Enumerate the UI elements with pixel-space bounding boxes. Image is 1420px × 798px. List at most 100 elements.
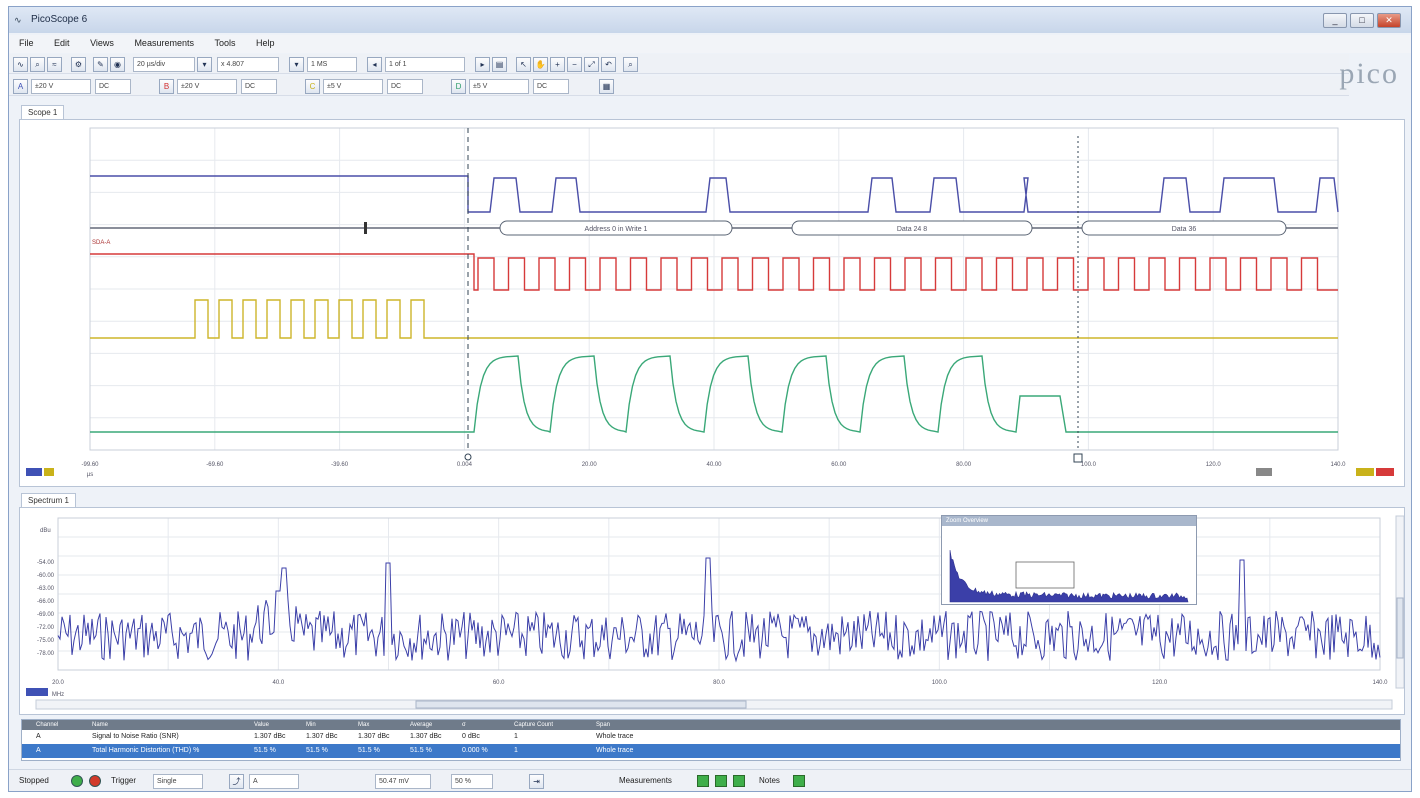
measurements-label: Measurements [619, 776, 672, 785]
spectrum-view[interactable]: -54.00 -60.00 -63.00 -66.00 -69.00 -72.00 -75.… [19, 507, 1405, 715]
samples-input[interactable]: x 4.807 [217, 57, 279, 72]
zoom-out-icon[interactable]: − [567, 57, 582, 72]
cell-average: 51.5 % [410, 747, 432, 754]
math-channel-icon[interactable]: ▦ [599, 79, 614, 94]
close-button[interactable]: ✕ [1377, 13, 1401, 28]
channel-settings-icon[interactable]: ⚙ [71, 57, 86, 72]
x-tick-label: 100.0 [932, 680, 948, 686]
trigger-threshold[interactable]: 50.47 mV [375, 774, 431, 789]
edit-measurement-button[interactable] [715, 775, 727, 787]
channel-b-coupling[interactable]: DC [241, 79, 277, 94]
channel-b-right-badge [1376, 468, 1394, 476]
delete-measurement-button[interactable] [733, 775, 745, 787]
menu-file[interactable]: File [9, 35, 42, 48]
col-min: Min [306, 722, 316, 728]
stop-button[interactable] [89, 775, 101, 787]
title-bar[interactable]: ∿ PicoScope 6 _ □ ✕ [9, 7, 1411, 33]
col-average: Average [410, 722, 433, 728]
channel-d-coupling[interactable]: DC [533, 79, 569, 94]
channel-d-range[interactable]: ±5 V [469, 79, 529, 94]
zoom-overview-plot[interactable] [942, 526, 1196, 604]
col-span: Span [596, 722, 611, 728]
probe-icon[interactable]: ✎ [93, 57, 108, 72]
col-max: Max [358, 722, 370, 728]
start-button[interactable] [71, 775, 83, 787]
capture-index[interactable]: 1 of 1 [385, 57, 465, 72]
y-tick-label: -63.00 [37, 586, 55, 592]
tab-scope[interactable]: Scope 1 [21, 105, 65, 119]
maximize-button[interactable]: □ [1350, 13, 1374, 28]
notes-button[interactable] [793, 775, 805, 787]
x-tick-label: 40.0 [272, 680, 284, 686]
y-tick-label: -75.00 [37, 638, 55, 644]
cell-span: Whole trace [596, 733, 634, 740]
trigger-delay-icon[interactable]: ⇥ [529, 774, 544, 789]
menu-tools[interactable]: Tools [204, 35, 243, 48]
zoom-view-icon[interactable]: ⌕ [30, 57, 45, 72]
channel-a-badge [26, 468, 42, 476]
minimize-button[interactable]: _ [1323, 13, 1347, 28]
x-tick-label: -69.60 [206, 462, 224, 468]
zoom-input[interactable]: 1 MS [307, 57, 357, 72]
scope-plot[interactable]: Address 0 in Write 1 Data 24 8 Data 36 SDA-… [20, 120, 1404, 486]
overview-zoom-box [1015, 561, 1075, 589]
zoom-fit-icon[interactable]: ⤢ [584, 57, 599, 72]
cell-channel: A [36, 733, 41, 740]
pointer-icon[interactable]: ↖ [516, 57, 531, 72]
x-tick-label: -39.60 [331, 462, 349, 468]
zoom-overview[interactable]: Zoom Overview [941, 515, 1197, 605]
channel-d-icon[interactable]: D [451, 79, 466, 94]
trigger-channel-select[interactable]: A [249, 774, 299, 789]
y-axis-unit: dBu [40, 528, 51, 534]
bus-packet-label: Address 0 in Write 1 [585, 226, 648, 233]
cell-min: 1.307 dBc [306, 733, 338, 740]
table-row[interactable]: A Total Harmonic Distortion (THD) % 51.5… [22, 744, 1400, 758]
timebase-dropdown-icon[interactable]: ▾ [197, 57, 212, 72]
channel-a-icon[interactable]: A [13, 79, 28, 94]
x-tick-label: 0.004 [457, 462, 473, 468]
x-tick-label: -99.60 [81, 462, 99, 468]
capture-next-icon[interactable]: ▸ [475, 57, 490, 72]
table-row[interactable]: A Signal to Noise Ratio (SNR) 1.307 dBc … [22, 730, 1400, 744]
zoom-in-icon[interactable]: + [550, 57, 565, 72]
channel-b-range[interactable]: ±20 V [177, 79, 237, 94]
channel-b-icon[interactable]: B [159, 79, 174, 94]
buffer-icon[interactable]: ▤ [492, 57, 507, 72]
scope-view[interactable]: Address 0 in Write 1 Data 24 8 Data 36 SDA-… [19, 119, 1405, 487]
timebase-select[interactable]: 20 µs/div [133, 57, 195, 72]
add-measurement-button[interactable] [697, 775, 709, 787]
y-tick-label: -69.00 [37, 612, 55, 618]
channel-a-range[interactable]: ±20 V [31, 79, 91, 94]
pretrigger-input[interactable]: 50 % [451, 774, 493, 789]
channel-c-range[interactable]: ±5 V [323, 79, 383, 94]
resolution-icon[interactable]: ▾ [289, 57, 304, 72]
channel-c-icon[interactable]: C [305, 79, 320, 94]
persist-icon[interactable]: ≈ [47, 57, 62, 72]
pico-logo: pico [1339, 57, 1399, 90]
vertical-scrollbar-thumb [1396, 597, 1404, 659]
hand-icon[interactable]: ✋ [533, 57, 548, 72]
trigger-mode-select[interactable]: Single [153, 774, 203, 789]
cell-min: 51.5 % [306, 747, 328, 754]
menu-measurements[interactable]: Measurements [124, 35, 202, 48]
col-name: Name [92, 722, 109, 728]
channel-c-coupling[interactable]: DC [387, 79, 423, 94]
app-icon: ∿ [14, 15, 22, 25]
main-toolbar: ∿ ⌕ ≈ ⚙ ✎ ◉ 20 µs/div ▾ x 4.807 ▾ 1 MS ◂… [9, 54, 1349, 74]
cell-max: 51.5 % [358, 747, 380, 754]
menu-help[interactable]: Help [246, 35, 283, 48]
cell-value: 51.5 % [254, 747, 276, 754]
capture-prev-icon[interactable]: ◂ [367, 57, 382, 72]
scope-view-icon[interactable]: ∿ [13, 57, 28, 72]
signal-gen-icon[interactable]: ◉ [110, 57, 125, 72]
channel-toolbar: A ±20 V DC B ±20 V DC C ±5 V DC D ±5 V D… [9, 76, 1349, 96]
y-tick-label: -78.00 [37, 651, 55, 657]
trigger-edge-icon[interactable]: ⤴ [229, 774, 244, 789]
undo-zoom-icon[interactable]: ↶ [601, 57, 616, 72]
channel-a-coupling[interactable]: DC [95, 79, 131, 94]
menu-views[interactable]: Views [80, 35, 122, 48]
zoom-region-icon[interactable]: ⌕ [623, 57, 638, 72]
bus-packet-label: Data 36 [1172, 226, 1197, 233]
menu-edit[interactable]: Edit [44, 35, 78, 48]
tab-spectrum[interactable]: Spectrum 1 [21, 493, 76, 507]
